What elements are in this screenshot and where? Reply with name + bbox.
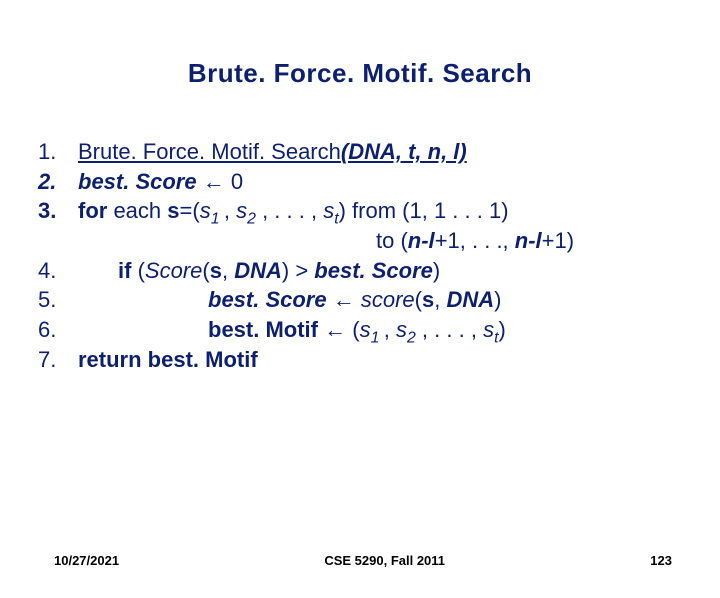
var-st: s <box>483 317 494 342</box>
plus1-close: +1) <box>542 228 574 253</box>
line-text: return best. Motif <box>78 345 690 375</box>
func-name: Brute. Force. Motif. Search <box>78 139 341 164</box>
dots: , . . . , <box>416 317 483 342</box>
line-text: to (n-l+1, . . ., n-l+1) <box>78 226 690 256</box>
fn-score: score <box>361 287 415 312</box>
line-number: 2. <box>38 167 78 197</box>
line-number: 6. <box>38 315 78 345</box>
kw-return: return <box>78 347 142 372</box>
var-s1: s <box>360 317 371 342</box>
line-number: 7. <box>38 345 78 375</box>
paren-close: ) <box>433 258 440 283</box>
slide-title: Brute. Force. Motif. Search <box>0 58 720 89</box>
footer-course: CSE 5290, Fall 2011 <box>324 553 445 568</box>
var-bestscore: best. Score <box>78 169 197 194</box>
dots: , . . . , <box>256 198 323 223</box>
var-bestscore: best. Score <box>208 287 327 312</box>
var-s1: s <box>200 198 211 223</box>
slide: Brute. Force. Motif. Search 1. Brute. Fo… <box>0 58 720 598</box>
footer-date: 10/27/2021 <box>54 553 119 568</box>
line-3-cont: to (n-l+1, . . ., n-l+1) <box>38 226 690 256</box>
var-bestmotif: best. Motif <box>208 317 318 342</box>
line-2: 2. best. Score ← 0 <box>38 167 690 197</box>
line-text: best. Score ← 0 <box>78 167 690 197</box>
comma: , <box>224 198 236 223</box>
from-tuple: ) from (1, 1 . . . 1) <box>339 198 509 223</box>
comma: , <box>222 258 234 283</box>
var-st: s <box>323 198 334 223</box>
line-text: Brute. Force. Motif. Search(DNA, t, n, l… <box>78 137 690 167</box>
expr-nl2: n-l <box>515 228 542 253</box>
var-s2: s <box>236 198 247 223</box>
line-text: best. Score ← score(s, DNA) <box>78 285 690 315</box>
paren-close: ) <box>494 287 501 312</box>
slide-body: 1. Brute. Force. Motif. Search(DNA, t, n… <box>38 137 690 375</box>
line-number: 1. <box>38 137 78 167</box>
expr-nl: n-l <box>408 228 435 253</box>
var-dna: DNA <box>446 287 494 312</box>
paren-open: ( <box>131 258 144 283</box>
line-1: 1. Brute. Force. Motif. Search(DNA, t, n… <box>38 137 690 167</box>
line-text: best. Motif ← (s1 , s2 , . . . , st) <box>78 315 690 345</box>
line-text: if (Score(s, DNA) > best. Score) <box>78 256 690 286</box>
var-bestscore: best. Score <box>314 258 433 283</box>
line-6: 6. best. Motif ← (s1 , s2 , . . . , st) <box>38 315 690 345</box>
ret-val: best. Motif <box>142 347 258 372</box>
eq-open: =( <box>180 198 200 223</box>
var-s: s <box>167 198 179 223</box>
assign: ← <box>327 287 361 312</box>
line-number: 4. <box>38 256 78 286</box>
assign-open: ← ( <box>318 317 360 342</box>
line-3: 3. for each s=(s1 , s2 , . . . , st) fro… <box>38 196 690 226</box>
kw-if: if <box>118 258 131 283</box>
fn-score: Score <box>145 258 202 283</box>
func-args: (DNA, t, n, l) <box>341 139 467 164</box>
line-7: 7. return best. Motif <box>38 345 690 375</box>
var-s: s <box>422 287 434 312</box>
gt: ) > <box>282 258 314 283</box>
var-dna: DNA <box>234 258 282 283</box>
line-number-empty <box>38 226 78 256</box>
paren-open: ( <box>415 287 422 312</box>
kw-for: for <box>78 198 107 223</box>
comma: , <box>384 317 396 342</box>
footer: 10/27/2021 CSE 5290, Fall 2011 123 <box>0 553 720 568</box>
paren-close: ) <box>498 317 505 342</box>
var-s: s <box>210 258 222 283</box>
line-4: 4. if (Score(s, DNA) > best. Score) <box>38 256 690 286</box>
comma: , <box>434 287 446 312</box>
word-each: each <box>107 198 167 223</box>
word-to: to ( <box>376 228 408 253</box>
paren-open2: ( <box>202 258 209 283</box>
line-number: 5. <box>38 285 78 315</box>
var-s2: s <box>396 317 407 342</box>
footer-page: 123 <box>650 553 672 568</box>
assign-zero: ← 0 <box>197 169 243 194</box>
line-text: for each s=(s1 , s2 , . . . , st) from (… <box>78 196 690 226</box>
line-number: 3. <box>38 196 78 226</box>
line-5: 5. best. Score ← score(s, DNA) <box>38 285 690 315</box>
plus1-dots: +1, . . ., <box>435 228 515 253</box>
